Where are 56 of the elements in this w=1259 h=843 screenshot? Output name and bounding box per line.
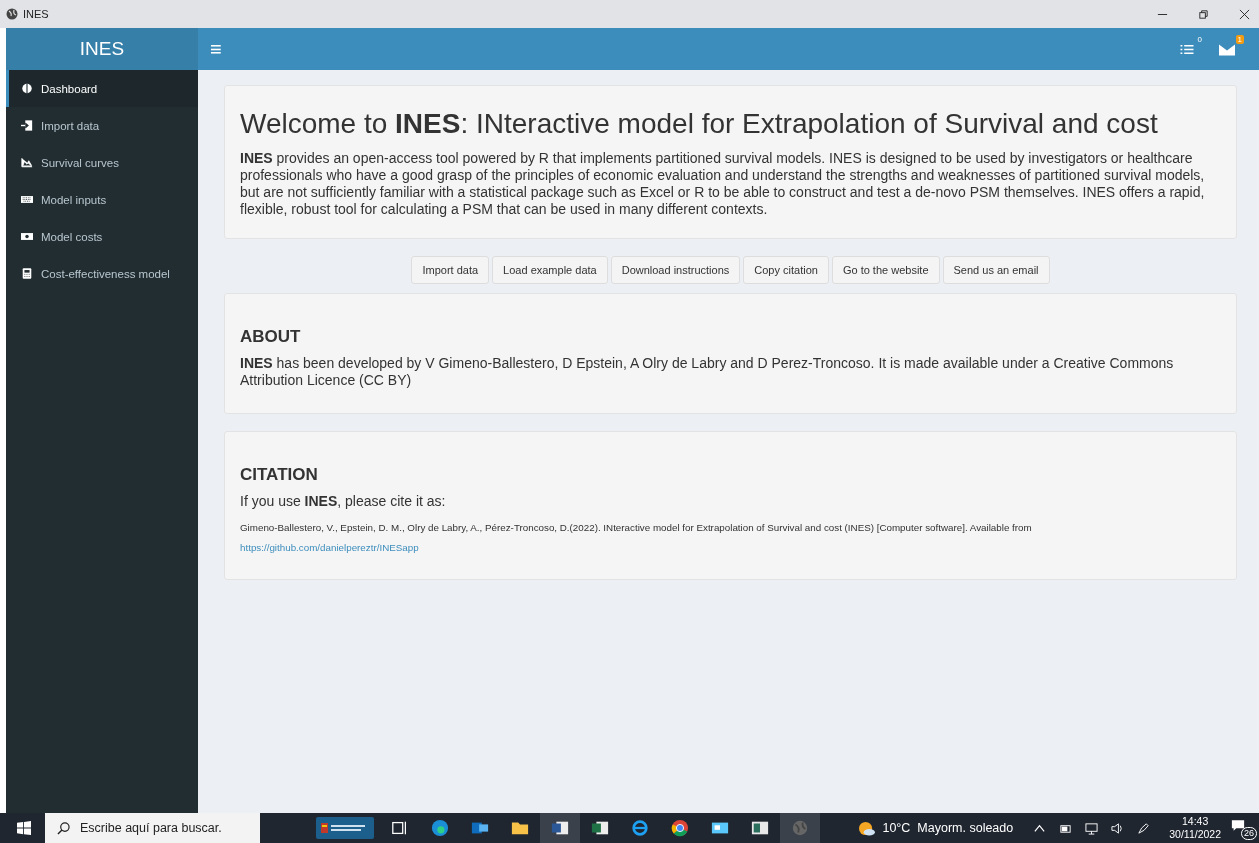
calculator-icon (21, 268, 33, 279)
dashboard-icon (21, 83, 33, 94)
action-button[interactable]: Load example data (492, 256, 608, 284)
import-icon (21, 120, 33, 131)
chrome-icon[interactable] (671, 819, 689, 837)
weather-text[interactable]: 10°C Mayorm. soleado (882, 821, 1014, 835)
close-icon[interactable] (1239, 8, 1250, 20)
window-icon[interactable] (751, 819, 769, 837)
sidebar-item[interactable]: Import data (6, 107, 198, 144)
app-brand[interactable]: INES (6, 28, 198, 70)
word-icon[interactable] (551, 819, 569, 837)
action-button[interactable]: Go to the website (831, 256, 940, 284)
notifications-icon[interactable] (1231, 819, 1245, 832)
about-paragraph: INES has been developed by V Gimeno-Ballestero, D Epstein, A Olry de Labry and D Perez-Troncoso. It is made available under a Creative Commons Attribution Licence (CC BY) (240, 355, 1175, 389)
notifications-count: 26 (1241, 827, 1257, 840)
search-icon (57, 821, 70, 835)
tasks-count: 0 (1196, 35, 1203, 44)
keyboard-icon (21, 194, 33, 205)
network-icon[interactable] (1085, 821, 1099, 835)
pen-icon[interactable] (1137, 821, 1151, 835)
envelope-icon[interactable] (1219, 42, 1235, 56)
clock-time[interactable]: 14:43 (1181, 815, 1209, 828)
ie-icon[interactable] (631, 819, 649, 837)
action-button[interactable]: Copy citation (743, 256, 829, 284)
windows-start-icon[interactable] (17, 821, 31, 835)
task-view-icon[interactable] (391, 819, 409, 837)
money-icon (21, 231, 33, 242)
globe-icon (6, 8, 18, 20)
citation-heading: CITATION (240, 465, 319, 485)
taskbar-search-field[interactable]: Escribe aquí para buscar. (45, 813, 260, 843)
messages-badge: 1 (1235, 35, 1244, 44)
menu-toggle[interactable]: ≡ (198, 28, 234, 70)
sidebar-item[interactable]: Cost-effectiveness model (6, 255, 198, 292)
clock-date[interactable]: 30/11/2022 (1169, 828, 1221, 841)
speaker-icon[interactable] (1111, 821, 1125, 835)
welcome-title: Welcome to INES: INteractive model for Extrapolation of Survival and cost (240, 108, 1159, 140)
excel-icon[interactable] (591, 819, 609, 837)
action-button[interactable]: Download instructions (610, 256, 741, 284)
chart-icon (21, 157, 33, 168)
citation-intro: If you use INES, please cite it as: (240, 493, 447, 510)
sidebar-item[interactable]: Survival curves (6, 144, 198, 181)
sidebar-item[interactable]: Model costs (6, 218, 198, 255)
window-title: INES (23, 8, 49, 20)
sun-cloud-icon[interactable] (857, 820, 877, 836)
citation-reference: Gimeno-Ballestero, V., Epstein, D. M., Olry de Labry, A., Pérez-Troncoso, D.(2022). INteractive model for Extrapolation of Survival and cost (INES) [Computer software]. Available from (240, 522, 1033, 533)
sidebar-item[interactable]: Model inputs (6, 181, 198, 218)
github-link[interactable]: https://github.com/danielpereztr/INESapp (240, 542, 419, 553)
action-button[interactable]: Import data (411, 256, 490, 284)
intro-paragraph: INES provides an open-access tool powered by R that implements partitioned survival models. INES is designed to be used by investigators or healthcare professionals who have a good grasp of the principles of economic evaluation and understand the strengths and weaknesses of partitioned survival models, but are not sufficiently familiar with a statistical package such as Excel or R to be able to construct and test a de-novo PSM themselves. INES offers a rapid, flexible, robust tool for calculating a PSM that can be used in many different contexts. (240, 150, 1206, 218)
pinned-app-icon[interactable] (316, 817, 374, 839)
about-heading: ABOUT (240, 327, 302, 347)
restore-icon[interactable] (1198, 8, 1209, 20)
sidebar-item[interactable]: Dashboard (6, 70, 198, 107)
edge-icon[interactable] (431, 819, 449, 837)
tasks-icon[interactable] (1179, 42, 1195, 56)
action-button[interactable]: Send us an email (942, 256, 1050, 284)
